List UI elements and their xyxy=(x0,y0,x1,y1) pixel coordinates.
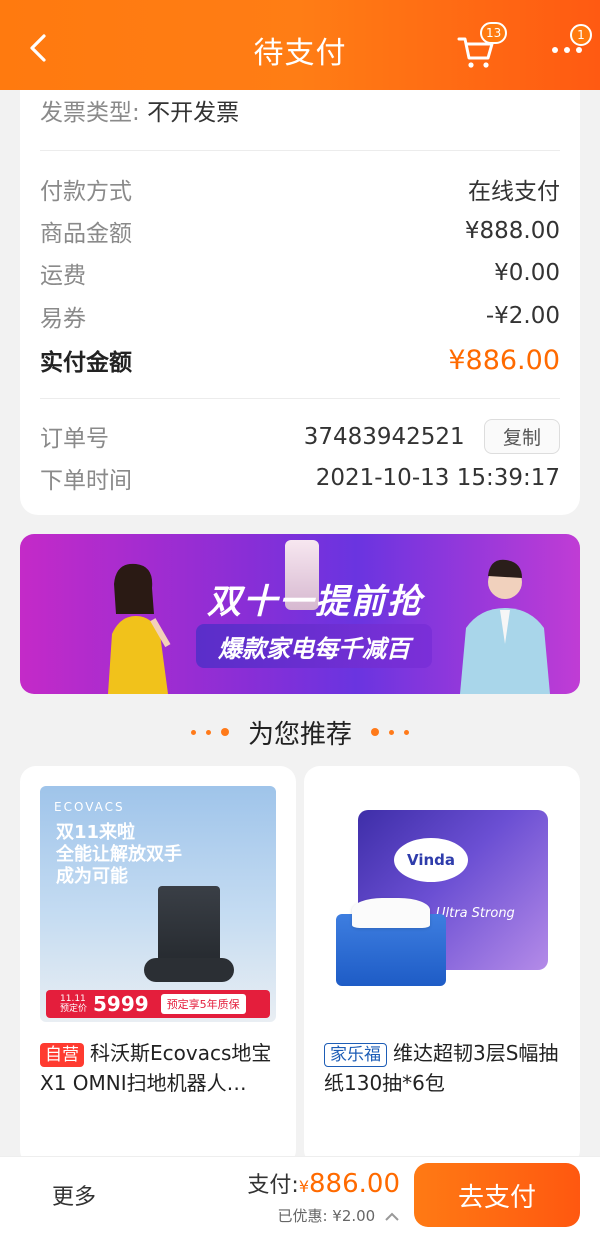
product-card[interactable]: Vinda Ultra Strong 家乐福 维达超韧3层S幅抽纸130抽*6包 xyxy=(304,766,580,1166)
payment-method-row: 付款方式 在线支付 xyxy=(40,169,560,209)
product-image: Vinda Ultra Strong xyxy=(324,786,560,1022)
tissue-sheet-image xyxy=(352,898,430,928)
shipping-row: 运费 ¥0.00 xyxy=(40,253,560,293)
decorative-dots-icon xyxy=(186,728,234,736)
presale-price: 5999 xyxy=(93,992,149,1016)
divider xyxy=(40,150,560,151)
top-nav-bar: 待支付 13 1 xyxy=(0,0,600,90)
message-badge: 1 xyxy=(570,24,592,46)
recommend-title-text: 为您推荐 xyxy=(247,719,352,750)
spokesman-image xyxy=(460,559,550,694)
order-number-row: 订单号 37483942521 复制 xyxy=(40,416,560,456)
spokeswoman-image xyxy=(108,563,171,694)
invoice-row: 发票类型: 不开发票 xyxy=(40,90,560,130)
paid-amount-label: 实付金额 xyxy=(40,350,132,376)
slogan-line: 双11来啦 xyxy=(56,822,136,843)
decorative-dots-icon xyxy=(366,728,414,736)
order-time-label: 下单时间 xyxy=(40,468,132,494)
order-number-label: 订单号 xyxy=(40,426,109,452)
order-detail-card: 发票类型: 不开发票 付款方式 在线支付 商品金额 ¥888.00 运费 ¥0.… xyxy=(20,90,580,515)
goods-amount-row: 商品金额 ¥888.00 xyxy=(40,211,560,251)
currency-symbol: ¥ xyxy=(298,1177,310,1196)
presale-label: 预定价 xyxy=(60,1004,88,1014)
order-time-value: 2021-10-13 15:39:17 xyxy=(315,465,560,491)
product-card[interactable]: ECOVACS 双11来啦 全能让解放双手 成为可能 11.11 预定价 599… xyxy=(20,766,296,1166)
vinda-logo: Vinda xyxy=(394,838,468,882)
bottom-action-bar: 更多 支付:¥886.00 已优惠: ¥2.00 去支付 xyxy=(0,1156,600,1236)
presale-price-bar: 11.11 预定价 5999 预定享5年质保 xyxy=(46,990,270,1018)
divider xyxy=(40,398,560,399)
product-title: 家乐福 维达超韧3层S幅抽纸130抽*6包 xyxy=(324,1038,560,1098)
goods-amount-label: 商品金额 xyxy=(40,221,132,247)
pay-amount: 支付:¥886.00 xyxy=(247,1167,400,1199)
recommend-section-title: 为您推荐 xyxy=(0,712,600,752)
invoice-value: 不开发票 xyxy=(147,100,240,126)
page-title: 待支付 xyxy=(253,36,347,71)
coupon-value: -¥2.00 xyxy=(485,303,560,329)
discount-text: 已优惠: ¥2.00 xyxy=(277,1207,376,1225)
copy-order-number-button[interactable]: 复制 xyxy=(483,418,560,454)
coupon-row: 易券 -¥2.00 xyxy=(40,296,560,336)
invoice-text: 发票类型: 不开发票 xyxy=(40,93,239,127)
order-number-value: 37483942521 xyxy=(303,423,465,450)
slogan-line: 全能让解放双手 xyxy=(56,844,182,865)
goods-amount-value: ¥888.00 xyxy=(464,218,560,244)
self-operated-tag: 自营 xyxy=(40,1043,84,1067)
presale-price-label: 11.11 预定价 xyxy=(60,994,87,1014)
product-image: ECOVACS 双11来啦 全能让解放双手 成为可能 11.11 预定价 599… xyxy=(40,786,276,1022)
slogan-line: 成为可能 xyxy=(56,866,128,887)
pay-prefix: 支付: xyxy=(247,1173,299,1198)
payment-method-value: 在线支付 xyxy=(468,179,560,205)
pay-amount-value: 886.00 xyxy=(309,1169,400,1199)
product-image-brand: ECOVACS xyxy=(54,800,125,814)
banner-headline: 双十一提前抢 xyxy=(207,582,423,622)
order-number-group: 37483942521 复制 xyxy=(303,418,560,454)
promo-banner[interactable]: 双十一提前抢 爆款家电每千减百 xyxy=(20,534,580,694)
chevron-up-icon xyxy=(385,1212,399,1221)
paid-amount-row: 实付金额 ¥886.00 xyxy=(40,340,560,380)
banner-subline: 爆款家电每千减百 xyxy=(196,624,432,668)
invoice-label: 发票类型: xyxy=(40,100,140,126)
product-title: 自营 科沃斯Ecovacs地宝X1 OMNI扫地机器人… xyxy=(40,1038,276,1098)
shipping-value: ¥0.00 xyxy=(494,260,560,286)
payment-method-label: 付款方式 xyxy=(40,179,132,205)
presale-date: 11.11 xyxy=(60,994,86,1004)
carrefour-tag: 家乐福 xyxy=(324,1043,387,1067)
coupon-label: 易券 xyxy=(40,306,86,332)
product-image-subbrand: Ultra Strong xyxy=(436,906,515,921)
product-image-slogan: 双11来啦 全能让解放双手 成为可能 xyxy=(56,822,182,888)
more-button[interactable]: 更多 xyxy=(52,1179,96,1211)
robot-vacuum-image xyxy=(144,958,234,982)
warranty-tag: 预定享5年质保 xyxy=(160,994,246,1014)
cart-count-badge: 13 xyxy=(480,22,508,44)
shipping-label: 运费 xyxy=(40,263,86,289)
discount-summary[interactable]: 已优惠: ¥2.00 xyxy=(277,1205,400,1226)
order-time-row: 下单时间 2021-10-13 15:39:17 xyxy=(40,458,560,498)
paid-amount-value: ¥886.00 xyxy=(448,344,560,376)
go-pay-button[interactable]: 去支付 xyxy=(414,1163,580,1227)
